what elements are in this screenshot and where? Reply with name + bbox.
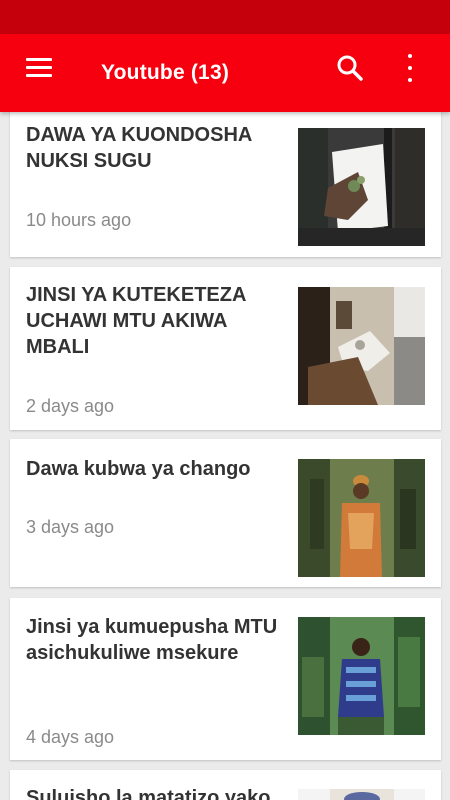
video-thumbnail[interactable] xyxy=(298,459,425,577)
video-title: DAWA YA KUONDOSHA NUKSI SUGU xyxy=(26,124,252,172)
video-title: JINSI YA KUTEKETEZA UCHAWI MTU AKIWA MBA… xyxy=(26,284,246,358)
video-card[interactable]: Suluisho la matatizo yako xyxy=(10,770,441,800)
more-vertical-icon[interactable] xyxy=(397,51,423,85)
video-time: 10 hours ago xyxy=(26,210,132,230)
video-card[interactable]: DAWA YA KUONDOSHA NUKSI SUGU 10 hours ag… xyxy=(10,112,441,257)
video-thumbnail[interactable] xyxy=(298,128,425,246)
page-title: Youtube (13) xyxy=(101,61,230,84)
video-time: 3 days ago xyxy=(26,517,115,537)
hamburger-menu-icon[interactable] xyxy=(24,56,54,80)
video-time: 2 days ago xyxy=(26,396,115,416)
video-list: DAWA YA KUONDOSHA NUKSI SUGU 10 hours ag… xyxy=(0,112,450,800)
video-title: Suluisho la matatizo yako xyxy=(26,787,271,800)
video-card[interactable]: Dawa kubwa ya chango 3 days ago xyxy=(10,439,441,587)
video-card[interactable]: JINSI YA KUTEKETEZA UCHAWI MTU AKIWA MBA… xyxy=(10,267,441,430)
video-title: Dawa kubwa ya chango xyxy=(26,458,251,480)
video-card[interactable]: Jinsi ya kumuepusha MTU asichukuliwe mse… xyxy=(10,598,441,760)
video-time: 4 days ago xyxy=(26,727,115,747)
status-bar xyxy=(0,0,450,34)
search-icon[interactable] xyxy=(335,53,365,83)
video-thumbnail[interactable] xyxy=(298,789,425,800)
video-title: Jinsi ya kumuepusha MTU asichukuliwe mse… xyxy=(26,616,278,664)
video-thumbnail[interactable] xyxy=(298,617,425,735)
video-thumbnail[interactable] xyxy=(298,287,425,405)
app-bar: Youtube (13) xyxy=(0,34,450,112)
